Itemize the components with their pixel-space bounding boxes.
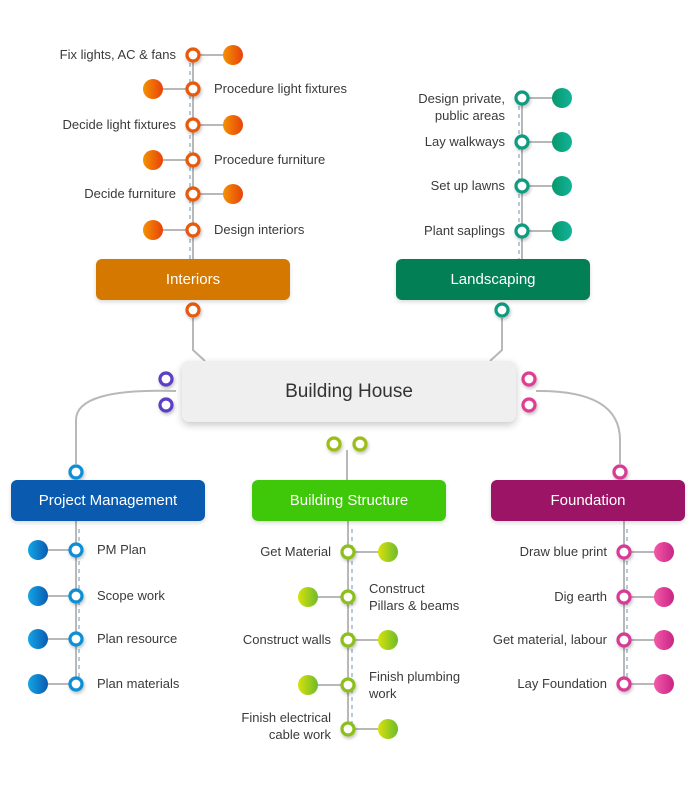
item-label[interactable]: Procedure light fixtures: [214, 80, 347, 97]
item-label[interactable]: Design interiors: [214, 221, 304, 238]
item-dot[interactable]: [143, 150, 163, 170]
branch-label: Foundation: [550, 492, 626, 509]
item-label[interactable]: Lay walkways: [425, 133, 505, 150]
item-dot[interactable]: [298, 675, 318, 695]
item-node: [68, 631, 84, 647]
item-label[interactable]: Plant saplings: [424, 222, 505, 239]
item-node: [514, 90, 530, 106]
item-dot[interactable]: [223, 184, 243, 204]
branch-connector-node: [612, 464, 628, 480]
item-label[interactable]: Draw blue print: [520, 543, 607, 560]
item-dot[interactable]: [143, 220, 163, 240]
item-node: [340, 544, 356, 560]
item-label[interactable]: PM Plan: [97, 541, 146, 558]
item-label[interactable]: Decide furniture: [84, 185, 176, 202]
item-label[interactable]: Get material, labour: [493, 631, 607, 648]
item-node: [340, 589, 356, 605]
connector-node: [158, 397, 174, 413]
item-dot[interactable]: [552, 132, 572, 152]
item-node: [340, 721, 356, 737]
branch-box-building-structure[interactable]: Building Structure: [252, 480, 446, 521]
item-node: [514, 178, 530, 194]
item-dot[interactable]: [143, 79, 163, 99]
connector-node: [352, 436, 368, 452]
item-dot[interactable]: [552, 176, 572, 196]
central-topic-label: Building House: [285, 380, 413, 402]
item-dot[interactable]: [298, 587, 318, 607]
item-node: [616, 676, 632, 692]
item-node: [340, 632, 356, 648]
connector-node: [521, 371, 537, 387]
connector-line: [489, 318, 503, 362]
branch-box-project-management[interactable]: Project Management: [11, 480, 205, 521]
item-node: [185, 152, 201, 168]
item-node: [616, 544, 632, 560]
item-label[interactable]: Plan resource: [97, 630, 177, 647]
branch-label: Interiors: [165, 271, 221, 288]
item-node: [68, 588, 84, 604]
central-topic[interactable]: Building House: [182, 361, 516, 422]
item-label[interactable]: Dig earth: [554, 588, 607, 605]
connector-line: [192, 318, 206, 362]
item-label[interactable]: Fix lights, AC & fans: [60, 46, 176, 63]
item-dot[interactable]: [552, 221, 572, 241]
item-label[interactable]: Procedure furniture: [214, 151, 325, 168]
item-label[interactable]: Scope work: [97, 587, 165, 604]
item-label[interactable]: Decide light fixtures: [63, 116, 176, 133]
branch-box-landscaping[interactable]: Landscaping: [396, 259, 590, 300]
item-node: [68, 676, 84, 692]
item-dot[interactable]: [552, 88, 572, 108]
item-dot[interactable]: [28, 674, 48, 694]
branch-label: Project Management: [38, 492, 178, 509]
connector-node: [326, 436, 342, 452]
item-dot[interactable]: [28, 540, 48, 560]
item-dot[interactable]: [378, 542, 398, 562]
item-node: [616, 589, 632, 605]
item-label[interactable]: Get Material: [260, 543, 331, 560]
connector-node: [521, 397, 537, 413]
branch-connector-node: [68, 464, 84, 480]
item-dot[interactable]: [654, 542, 674, 562]
item-dot[interactable]: [28, 586, 48, 606]
branch-connector-node: [185, 302, 201, 318]
item-node: [185, 81, 201, 97]
branch-box-foundation[interactable]: Foundation: [491, 480, 685, 521]
item-dot[interactable]: [654, 587, 674, 607]
connector-line: [535, 389, 621, 464]
branch-connector-node: [494, 302, 510, 318]
item-dot[interactable]: [378, 719, 398, 739]
item-node: [340, 677, 356, 693]
item-label[interactable]: Lay Foundation: [517, 675, 607, 692]
item-label[interactable]: Set up lawns: [431, 177, 505, 194]
item-label[interactable]: Construct Pillars & beams: [369, 580, 459, 614]
branch-label: Landscaping: [450, 271, 536, 288]
item-label[interactable]: Finish electrical cable work: [241, 709, 331, 743]
item-node: [185, 117, 201, 133]
branch-label: Building Structure: [289, 492, 409, 509]
item-label[interactable]: Design private, public areas: [418, 90, 505, 124]
item-dot[interactable]: [223, 115, 243, 135]
item-dot[interactable]: [223, 45, 243, 65]
item-label[interactable]: Finish plumbing work: [369, 668, 460, 702]
item-node: [185, 222, 201, 238]
item-node: [514, 223, 530, 239]
item-node: [616, 632, 632, 648]
item-dot[interactable]: [654, 630, 674, 650]
item-node: [185, 186, 201, 202]
item-dot[interactable]: [654, 674, 674, 694]
item-node: [514, 134, 530, 150]
item-dot[interactable]: [378, 630, 398, 650]
branch-box-interiors[interactable]: Interiors: [96, 259, 290, 300]
item-node: [185, 47, 201, 63]
item-node: [68, 542, 84, 558]
item-label[interactable]: Plan materials: [97, 675, 179, 692]
item-label[interactable]: Construct walls: [243, 631, 331, 648]
item-dot[interactable]: [28, 629, 48, 649]
connector-node: [158, 371, 174, 387]
